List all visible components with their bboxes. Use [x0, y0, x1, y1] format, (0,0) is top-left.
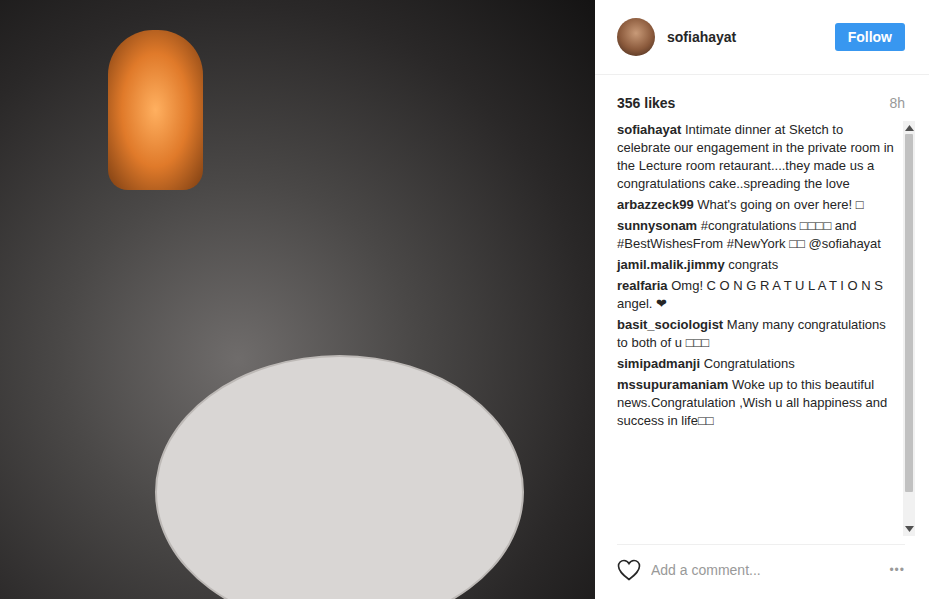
caption: sofiahayat Intimate dinner at Sketch to …: [617, 121, 895, 193]
add-comment-input[interactable]: [651, 560, 879, 580]
scroll-up-icon[interactable]: [905, 125, 914, 131]
post-time: 8h: [889, 95, 905, 111]
comment: simipadmanji Congratulations: [617, 355, 895, 373]
post-panel: sofiahayat Follow 356 likes 8h sofiahaya…: [595, 0, 929, 599]
comment: realfaria Omg! C O N G R A T U L A T I O…: [617, 277, 895, 313]
more-button[interactable]: •••: [889, 563, 905, 577]
comment-text: congrats: [728, 257, 778, 272]
scroll-down-icon[interactable]: [905, 526, 914, 532]
instagram-post: sofiahayat Follow 356 likes 8h sofiahaya…: [0, 0, 929, 599]
comment: basit_sociologist Many many congratulati…: [617, 316, 895, 352]
comment: mssupuramaniam Woke up to this beautiful…: [617, 376, 895, 430]
comments-area: sofiahayat Intimate dinner at Sketch to …: [595, 121, 929, 536]
comment-list: sofiahayat Intimate dinner at Sketch to …: [617, 121, 903, 536]
comment-username[interactable]: arbazzeck99: [617, 197, 694, 212]
comment: jamil.malik.jimmy congrats: [617, 256, 895, 274]
follow-button[interactable]: Follow: [835, 23, 905, 51]
post-photo: [0, 0, 595, 599]
comment-username[interactable]: sofiahayat: [617, 122, 681, 137]
post-header: sofiahayat Follow: [595, 0, 929, 75]
comment-username[interactable]: sunnysonam: [617, 218, 697, 233]
comment: sunnysonam #congratulations □□□□ and #Be…: [617, 217, 895, 253]
scroll-track: [903, 134, 915, 523]
comment-text: Congratulations: [704, 356, 795, 371]
comment: arbazzeck99 What's going on over here! □: [617, 196, 895, 214]
scroll-thumb[interactable]: [905, 134, 913, 492]
likes-count[interactable]: 356 likes: [617, 95, 675, 111]
comment-username[interactable]: jamil.malik.jimmy: [617, 257, 725, 272]
comment-text: What's going on over here! □: [697, 197, 863, 212]
likes-row: 356 likes 8h: [595, 75, 929, 121]
avatar-icon[interactable]: [617, 18, 655, 56]
comment-username[interactable]: simipadmanji: [617, 356, 700, 371]
comment-username[interactable]: mssupuramaniam: [617, 377, 728, 392]
candle-light: [108, 30, 203, 190]
comment-bar: •••: [617, 544, 905, 599]
username[interactable]: sofiahayat: [667, 29, 823, 45]
heart-icon[interactable]: [617, 559, 641, 581]
comment-username[interactable]: realfaria: [617, 278, 668, 293]
scrollbar[interactable]: [903, 121, 915, 536]
comment-username[interactable]: basit_sociologist: [617, 317, 723, 332]
plate: [155, 355, 524, 599]
